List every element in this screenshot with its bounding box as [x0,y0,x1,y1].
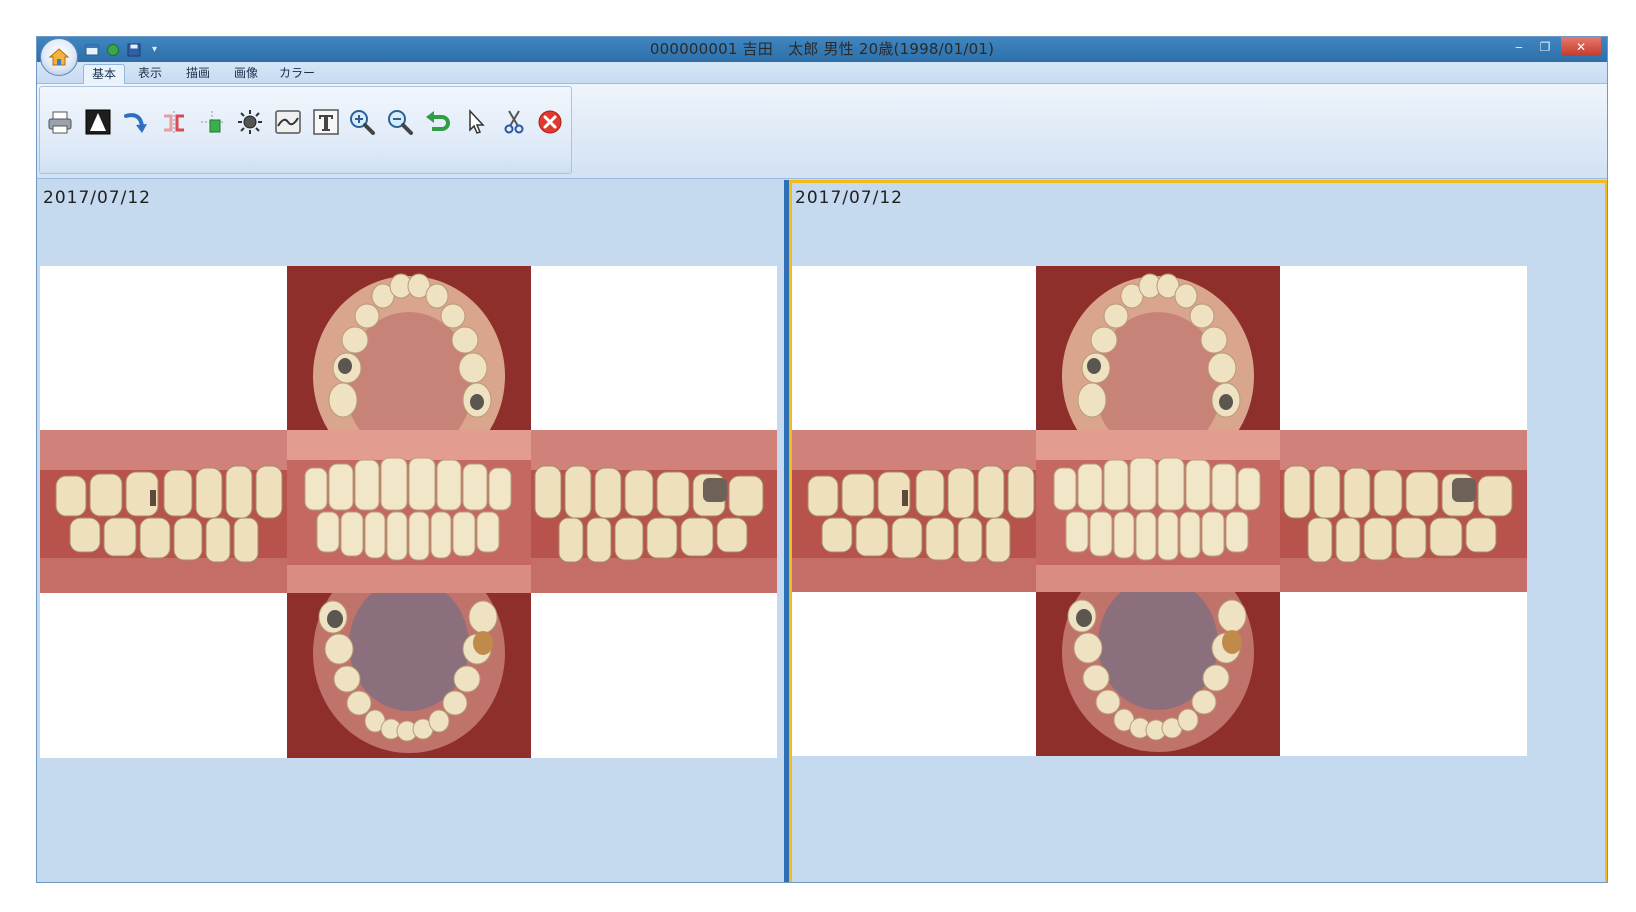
ribbon-tab-bar: 基本 表示 描画 画像 カラー [37,62,1607,84]
app-window: ▾ 000000001 吉田 太郎 男性 20歳(1998/01/01) ‒ ❐… [36,36,1608,883]
undo-icon[interactable] [422,106,454,138]
move-icon[interactable] [196,106,228,138]
frontal-photo[interactable] [1036,430,1280,592]
empty-cell [40,266,287,430]
empty-cell [1280,266,1527,430]
empty-cell [792,592,1036,756]
frontal-photo[interactable] [287,430,531,593]
cut-icon[interactable] [498,106,530,138]
application-menu-button[interactable] [40,38,78,76]
tab-basic[interactable]: 基本 [83,64,125,84]
window-title: 000000001 吉田 太郎 男性 20歳(1998/01/01) [649,40,995,58]
contrast-icon[interactable] [82,106,114,138]
home-icon [48,48,70,66]
rotate-icon[interactable] [120,106,152,138]
lower-occlusal-photo[interactable] [1036,592,1280,756]
left-buccal-photo[interactable] [1280,430,1527,592]
brightness-icon[interactable] [234,106,266,138]
tab-color[interactable]: カラー [277,64,317,83]
upper-occlusal-photo[interactable] [1036,266,1280,430]
image-pane-right[interactable]: 2017/07/12 [789,180,1607,882]
maximize-button[interactable]: ❐ [1533,37,1557,56]
upper-occlusal-photo[interactable] [287,266,531,430]
minimize-button[interactable]: ‒ [1507,37,1531,56]
curve-icon[interactable] [272,106,304,138]
pane-date: 2017/07/12 [795,188,903,208]
empty-cell [792,266,1036,430]
empty-cell [531,593,777,758]
title-bar: ▾ 000000001 吉田 太郎 男性 20歳(1998/01/01) ‒ ❐… [37,37,1607,62]
pointer-icon[interactable] [460,106,492,138]
empty-cell [1280,592,1527,756]
left-buccal-photo[interactable] [531,430,777,593]
empty-cell [40,593,287,758]
tab-draw[interactable]: 描画 [181,64,215,83]
ribbon [37,84,1607,179]
zoom-out-icon[interactable] [384,106,416,138]
right-buccal-photo[interactable] [40,430,287,593]
tool-group [39,86,572,174]
lower-occlusal-photo[interactable] [287,593,531,758]
close-window-button[interactable]: ✕ [1561,37,1601,56]
empty-cell [531,266,777,430]
photo-grid [792,266,1527,758]
right-buccal-photo[interactable] [792,430,1036,592]
photo-grid [40,266,777,758]
close-icon[interactable] [534,106,566,138]
flip-icon[interactable] [158,106,190,138]
text-icon[interactable] [310,106,342,138]
image-pane-left[interactable]: 2017/07/12 [37,180,784,882]
print-icon[interactable] [44,106,76,138]
pane-date: 2017/07/12 [43,188,151,208]
zoom-in-icon[interactable] [346,106,378,138]
tab-image[interactable]: 画像 [229,64,263,83]
tab-view[interactable]: 表示 [133,64,167,83]
